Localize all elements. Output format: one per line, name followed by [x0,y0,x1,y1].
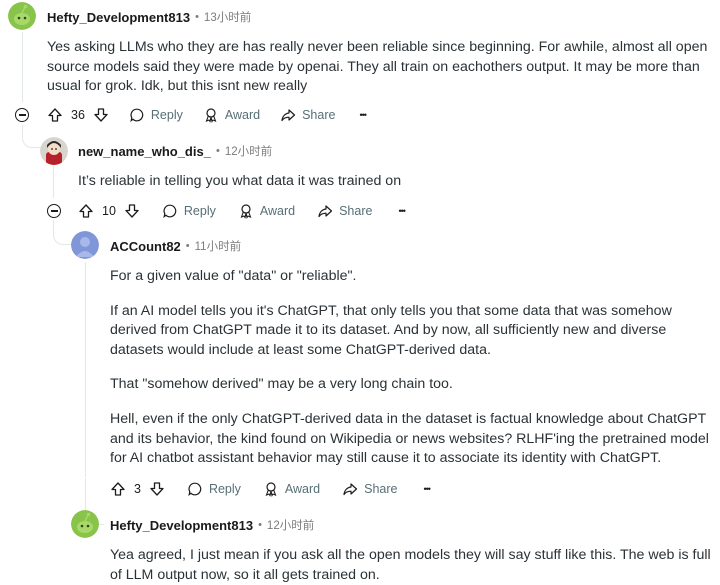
more-options-icon: ••• [359,110,367,120]
timestamp[interactable]: 11小时前 [195,238,241,254]
reply-label: Reply [150,108,183,122]
share-icon [343,483,358,496]
snoo-avatar-icon [8,2,36,30]
timestamp[interactable]: 13小时前 [204,9,251,25]
share-icon [281,109,296,122]
share-button[interactable]: Share [280,107,335,123]
avatar[interactable] [8,2,36,30]
thread-connector [53,220,72,245]
separator-dot: • [215,145,220,157]
award-label: Award [259,204,296,218]
username[interactable]: Hefty_Development813 [47,10,190,25]
more-options-button[interactable]: ••• [398,206,406,216]
thread-line-level-0[interactable] [22,32,23,102]
comment-header: ACCount82 • 11小时前 [110,238,241,254]
collapse-thread-button[interactable] [47,204,61,218]
upvote-button[interactable] [78,203,94,219]
comment-paragraph: For a given value of "data" or "reliable… [110,268,357,284]
username[interactable]: new_name_who_dis_ [78,144,211,159]
share-label: Share [364,482,398,496]
more-options-button[interactable]: ••• [423,484,432,494]
reply-button[interactable]: Reply [129,107,183,123]
upvote-icon [48,108,62,122]
separator-dot: • [195,11,199,23]
award-label: Award [284,482,321,496]
snoo-avatar-icon [71,510,99,538]
share-button[interactable]: Share [342,481,398,497]
snoo-avatar-icon [71,231,99,259]
downvote-icon [125,204,139,218]
comment-body: It’s reliable in telling you what data i… [78,172,708,192]
avatar[interactable] [40,137,68,165]
comment-bubble-icon [163,204,177,218]
comment-header: Hefty_Development813 • 13小时前 [47,9,251,25]
comment-actions: 3 Reply Award Share ••• [110,477,432,501]
downvote-icon [94,108,108,122]
comment-paragraph: Hell, even if the only ChatGPT-derived d… [110,410,709,467]
comment-paragraph: Yea agreed, I just mean if you ask all t… [110,547,711,583]
award-button[interactable]: Award [263,481,320,497]
separator-dot: • [185,240,190,252]
reply-button[interactable]: Reply [162,203,216,219]
separator-dot: • [258,519,262,531]
thread-connector [22,125,41,148]
comment-body: For a given value of "data" or "reliable… [110,267,712,469]
vote-count: 36 [71,108,85,122]
upvote-button[interactable] [110,481,126,497]
share-button[interactable]: Share [317,203,372,219]
downvote-button[interactable] [124,203,140,219]
award-button[interactable]: Award [238,203,295,219]
reply-label: Reply [208,482,241,496]
thread-line-level-1[interactable] [53,166,54,198]
comment-bubble-icon [130,108,144,122]
user-avatar-icon [40,137,68,165]
award-icon [265,482,277,497]
comment-header: Hefty_Development813 • 12小时前 [110,517,314,533]
comment-header: new_name_who_dis_ • 12小时前 [78,143,272,159]
avatar[interactable] [71,510,99,538]
upvote-icon [111,482,125,496]
share-label: Share [302,108,336,122]
award-icon [205,108,217,123]
upvote-icon [79,204,93,218]
username[interactable]: Hefty_Development813 [110,518,253,533]
award-button[interactable]: Award [203,107,260,123]
timestamp[interactable]: 12小时前 [225,143,272,159]
collapse-thread-button[interactable] [15,108,29,122]
comment-paragraph: If an AI model tells you it's ChatGPT, t… [110,302,672,358]
upvote-button[interactable] [47,107,63,123]
award-icon [240,204,252,219]
downvote-icon [150,482,164,496]
comment-actions: 36 Reply Award Share ••• [47,103,367,127]
more-options-icon: ••• [398,206,406,216]
username[interactable]: ACCount82 [110,239,181,254]
more-options-button[interactable]: ••• [359,110,367,120]
vote-count: 3 [134,482,141,496]
avatar[interactable] [71,231,99,259]
comment-bubble-icon [188,482,202,496]
comment-body: Yea agreed, I just mean if you ask all t… [110,546,712,585]
timestamp[interactable]: 12小时前 [267,517,314,533]
thread-line-level-2[interactable] [85,262,86,477]
share-icon [318,205,333,218]
reply-label: Reply [183,204,216,218]
comment-actions: 10 Reply Award Share ••• [78,199,406,223]
comment-paragraph: That "somehow derived" may be a very lon… [110,376,453,393]
comment-paragraph: Yes asking LLMs who they are has really … [47,39,708,95]
reply-button[interactable]: Reply [187,481,241,497]
award-label: Award [224,108,261,122]
downvote-button[interactable] [93,107,109,123]
downvote-button[interactable] [149,481,165,497]
comment-body: Yes asking LLMs who they are has really … [47,38,713,97]
share-label: Share [339,204,373,218]
comment-paragraph: It’s reliable in telling you what data i… [78,173,402,189]
vote-count: 10 [102,204,116,218]
more-options-icon: ••• [423,484,432,494]
